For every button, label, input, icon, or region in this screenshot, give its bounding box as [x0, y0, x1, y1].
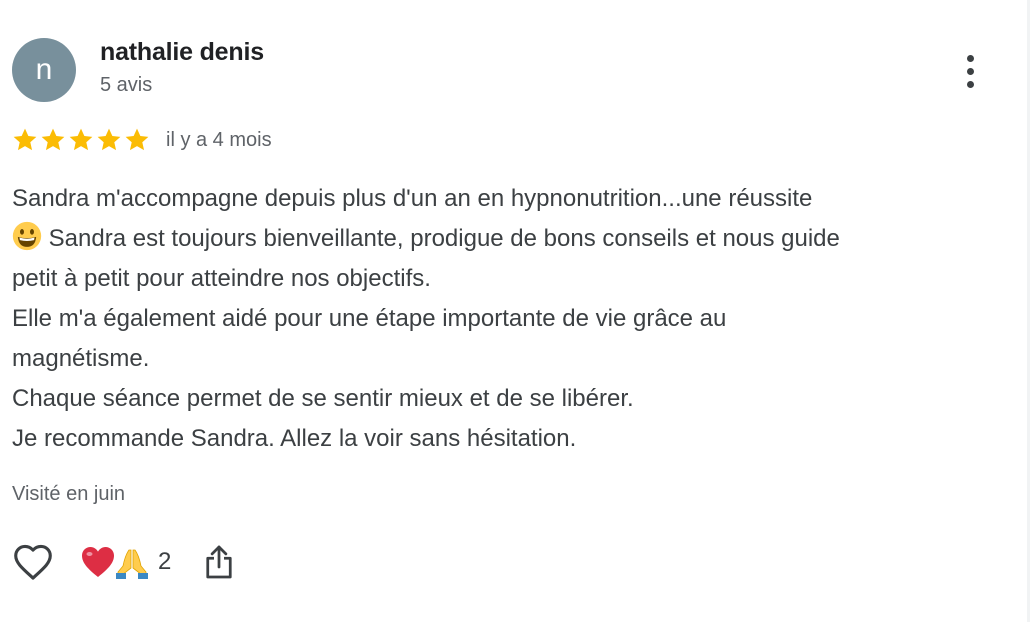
- review-text-line: Chaque séance permet de se sentir mieux …: [12, 385, 634, 412]
- star-rating: [12, 127, 150, 153]
- share-button[interactable]: [201, 540, 237, 584]
- star-icon: [69, 128, 93, 151]
- more-vertical-icon-dot: [966, 67, 974, 75]
- review-text-line-with-emoji: Sandra est toujours bienveillante, prodi…: [12, 219, 992, 259]
- reaction-count: 2: [158, 548, 172, 575]
- folded-hands-emoji: [116, 549, 148, 579]
- like-button[interactable]: [12, 540, 54, 584]
- rating-row: il y a 4 mois: [12, 126, 272, 154]
- share-icon: [206, 545, 232, 579]
- heart-outline-icon: [14, 544, 52, 580]
- star-icon: [125, 128, 149, 151]
- author-review-count: 5 avis: [100, 74, 153, 96]
- visited-date: Visité en juin: [12, 483, 126, 505]
- review-text-line: magnétisme.: [12, 345, 150, 372]
- review-text-line: Sandra m'accompagne depuis plus d'un an …: [12, 185, 813, 212]
- star-icon: [41, 128, 65, 151]
- more-vertical-icon: [966, 54, 974, 62]
- review-actions: 2: [12, 540, 237, 584]
- avatar-initial: n: [35, 53, 53, 86]
- more-options-button[interactable]: [952, 50, 988, 92]
- review-text-line: Je recommande Sandra. Allez la voir sans…: [12, 425, 577, 452]
- reactions-summary[interactable]: 2: [80, 544, 171, 580]
- red-heart-emoji: [82, 547, 114, 577]
- review-date: il y a 4 mois: [166, 128, 272, 151]
- review-text: Sandra m'accompagne depuis plus d'un an …: [12, 179, 992, 459]
- review-card: n nathalie denis 5 avis il y a 4 mois Sa…: [0, 0, 1030, 622]
- review-text-line: petit à petit pour atteindre nos objecti…: [12, 265, 431, 292]
- review-text-line: Sandra est toujours bienveillante, prodi…: [48, 225, 840, 252]
- author-name[interactable]: nathalie denis: [100, 38, 264, 67]
- star-icon: [97, 128, 121, 151]
- more-vertical-icon-dot: [966, 80, 974, 88]
- avatar[interactable]: n: [12, 38, 76, 102]
- star-icon: [13, 128, 37, 151]
- grinning-face-emoji: [12, 221, 42, 251]
- review-text-line: Elle m'a également aidé pour une étape i…: [12, 305, 727, 332]
